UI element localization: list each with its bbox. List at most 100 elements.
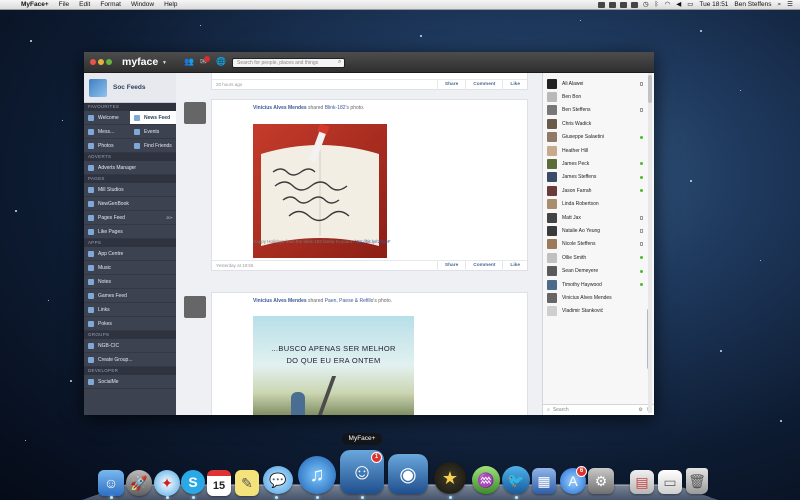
comment-button[interactable]: Comment [465, 260, 502, 271]
spotlight-icon[interactable]: ⌕ [775, 0, 785, 10]
friend-item[interactable]: Chris Wadick [543, 117, 647, 130]
friend-item[interactable]: Jason Farrah [543, 184, 647, 197]
caption-link[interactable]: http://bit.ly/rZbyeF [355, 239, 391, 244]
share-button[interactable]: Share [436, 79, 465, 90]
sidebar-item[interactable]: Create Group... [84, 353, 176, 366]
volume-icon[interactable]: ◀︎ [673, 0, 684, 10]
friend-item[interactable]: Vladimir Stanković [543, 305, 647, 318]
imovie-icon[interactable]: ★ [434, 462, 466, 494]
menubar-app-icon[interactable] [619, 1, 627, 8]
sidebar-item[interactable]: Mess... [84, 125, 130, 138]
menu-app-name[interactable]: MyFace+ [16, 0, 54, 10]
chat-settings-icon[interactable]: ⚙ [638, 407, 642, 413]
sidebar-item[interactable]: NGB-CIC [84, 339, 176, 352]
like-button[interactable]: Like [502, 79, 527, 90]
post-photo[interactable]: ...BUSCO APENAS SER MELHOR DO QUE EU ERA… [253, 316, 414, 415]
friend-requests-icon[interactable]: 👥 [184, 58, 194, 66]
minimize-window-button[interactable] [98, 59, 104, 65]
growl-icon[interactable]: ♒ [472, 466, 500, 494]
finder-icon[interactable]: ☺ [98, 470, 124, 496]
sidebar-item[interactable]: Pages Feed 20+ [84, 211, 176, 224]
friend-item[interactable]: Ben Bon [543, 90, 647, 103]
safari-icon[interactable]: ✦ [154, 470, 180, 496]
sidebar-item[interactable]: Pokes [84, 317, 176, 330]
friend-item[interactable]: Matt Jax [543, 211, 647, 224]
sidebar-item[interactable]: Events [130, 125, 176, 138]
friends-search-bar[interactable]: ⌕ Search ⚙ ⇱ [543, 404, 654, 415]
profile-header[interactable]: Soc Feeds [84, 73, 176, 103]
trash-icon[interactable]: 🗑 [686, 468, 708, 494]
post-author-avatar[interactable] [184, 296, 206, 318]
friend-item[interactable]: Sean Demeyere [543, 265, 647, 278]
friend-item[interactable]: Ben Steffens [543, 104, 647, 117]
friend-item[interactable]: Timothy Haywood [543, 278, 647, 291]
sidebar-item[interactable]: Welcome [84, 111, 130, 124]
menu-file[interactable]: File [54, 0, 74, 10]
friend-item[interactable]: Linda Robertson [543, 198, 647, 211]
sidebar-item[interactable]: Music [84, 261, 176, 274]
twitter-icon[interactable]: 🐦 [502, 466, 530, 494]
sidebar-item[interactable]: SocialMe [84, 375, 176, 388]
post-photo[interactable] [253, 124, 387, 258]
menu-help[interactable]: Help [159, 0, 182, 10]
sidebar-item[interactable]: Photos [84, 139, 130, 152]
friend-item[interactable]: James Peck [543, 157, 647, 170]
menubar-app-icon[interactable] [597, 1, 605, 8]
documents-stack-icon[interactable]: ▭ [658, 470, 682, 494]
menubar-app-icon[interactable] [630, 1, 638, 8]
user-name[interactable]: Ben Steffens [731, 0, 774, 10]
search-input[interactable] [232, 58, 345, 68]
menu-window[interactable]: Window [126, 0, 159, 10]
friend-item[interactable]: Ollie Smith [543, 251, 647, 264]
menu-format[interactable]: Format [95, 0, 126, 10]
friend-item[interactable]: Heather Hill [543, 144, 647, 157]
sidebar-item[interactable]: Links [84, 303, 176, 316]
sidebar-item[interactable]: Find Friends [130, 139, 176, 152]
app-icon-profile[interactable]: ◉ [388, 454, 428, 494]
brand-dropdown-icon[interactable]: ▼ [162, 60, 167, 66]
battery-icon[interactable]: ▭ [684, 0, 696, 10]
sidebar-item[interactable]: App Centre [84, 247, 176, 260]
sidebar-item[interactable]: Adverts Manager [84, 161, 176, 174]
notification-center-icon[interactable]: ☰ [784, 0, 796, 10]
brand-logo[interactable]: myface [122, 56, 158, 68]
post-author[interactable]: Vinicius Alves Mendes [253, 105, 307, 111]
time-machine-icon[interactable]: ◷ [640, 0, 652, 10]
sidebar-item[interactable]: News Feed [130, 111, 176, 124]
sidebar-item[interactable]: Notes [84, 275, 176, 288]
friend-item[interactable]: Giuseppe Salaetini [543, 131, 647, 144]
itunes-icon[interactable]: ♫ [298, 456, 336, 494]
friend-item[interactable]: James Steffens [543, 171, 647, 184]
stickies-icon[interactable]: ✎ [235, 470, 259, 496]
calendar-icon[interactable]: 15 [207, 470, 231, 496]
wifi-icon[interactable]: ◠ [662, 0, 674, 10]
notifications-icon[interactable]: 🌐 [216, 58, 226, 66]
messages-app-icon[interactable]: 💬 [263, 466, 293, 494]
system-preferences-icon[interactable]: ⚙ [588, 468, 614, 494]
profile-avatar[interactable] [89, 78, 107, 97]
close-window-button[interactable] [90, 59, 96, 65]
skype-icon[interactable]: S [181, 470, 205, 494]
sidebar-item[interactable]: NewGenBook [84, 197, 176, 210]
friend-item[interactable]: Natalie Ao Yeung [543, 224, 647, 237]
clock[interactable]: Tue 18:51 [696, 0, 731, 10]
sidebar-item[interactable]: Games Feed [84, 289, 176, 302]
like-button[interactable]: Like [502, 260, 527, 271]
profile-name[interactable]: Soc Feeds [113, 84, 146, 91]
share-button[interactable]: Share [436, 260, 465, 271]
friends-search-label[interactable]: Search [553, 407, 569, 413]
menubar-app-icon[interactable] [608, 1, 616, 8]
launchpad-icon[interactable]: 🚀 [126, 470, 152, 496]
zoom-window-button[interactable] [106, 59, 112, 65]
post-target[interactable]: Paen, Paese & Refillo [325, 298, 374, 304]
sidebar-item[interactable]: Like Pages [84, 225, 176, 238]
preview-icon[interactable]: ▦ [532, 468, 556, 494]
scroll-thumb[interactable] [648, 75, 652, 103]
post-target[interactable]: Blink-182 [325, 105, 346, 111]
friend-item[interactable]: Vinicius Alves Mendes [543, 291, 647, 304]
post-author[interactable]: Vinicius Alves Mendes [253, 298, 307, 304]
post-author-avatar[interactable] [184, 102, 206, 124]
search-icon[interactable]: ⌕ [338, 59, 341, 66]
sidebar-item[interactable]: Mill Studios [84, 183, 176, 196]
friend-item[interactable]: Nicole Steffens [543, 238, 647, 251]
